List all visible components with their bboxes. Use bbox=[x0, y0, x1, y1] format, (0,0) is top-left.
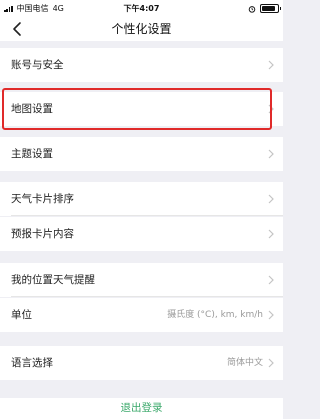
status-right bbox=[248, 0, 281, 17]
row-theme-settings[interactable]: 主题设置 bbox=[0, 137, 283, 171]
row-value: 摄氏度 (°C), km, km/h bbox=[167, 310, 263, 320]
row-divider bbox=[11, 215, 283, 216]
chevron-right-icon bbox=[268, 229, 274, 239]
battery-icon bbox=[260, 4, 281, 13]
status-bar: 中国电信 4G 下午4:07 bbox=[0, 0, 283, 17]
row-forecast-card-content[interactable]: 预报卡片内容 bbox=[0, 217, 283, 251]
row-label: 天气卡片排序 bbox=[11, 193, 74, 205]
row-label: 账号与安全 bbox=[11, 59, 64, 71]
row-label: 单位 bbox=[11, 309, 32, 321]
row-account-security[interactable]: 账号与安全 bbox=[0, 48, 283, 82]
row-divider bbox=[11, 296, 283, 297]
chevron-right-icon bbox=[268, 310, 274, 320]
row-language[interactable]: 语言选择 简体中文 bbox=[0, 346, 283, 380]
chevron-right-icon bbox=[268, 149, 274, 159]
row-units[interactable]: 单位 摄氏度 (°C), km, km/h bbox=[0, 298, 283, 332]
chevron-right-icon bbox=[268, 275, 274, 285]
row-value: 简体中文 bbox=[226, 358, 263, 368]
alarm-icon bbox=[248, 5, 256, 13]
highlight-box bbox=[2, 88, 272, 130]
chevron-right-icon bbox=[268, 358, 274, 368]
nav-bar: 个性化设置 bbox=[0, 17, 283, 41]
chevron-right-icon bbox=[268, 60, 274, 70]
row-label: 预报卡片内容 bbox=[11, 228, 74, 240]
page-title: 个性化设置 bbox=[111, 22, 172, 36]
row-location-weather-alert[interactable]: 我的位置天气提醒 bbox=[0, 263, 283, 297]
row-label: 主题设置 bbox=[11, 148, 53, 160]
row-label: 我的位置天气提醒 bbox=[11, 274, 95, 286]
status-time: 下午4:07 bbox=[123, 4, 160, 13]
logout-button[interactable]: 退出登录 bbox=[0, 398, 283, 419]
row-label: 语言选择 bbox=[11, 357, 53, 369]
row-weather-card-order[interactable]: 天气卡片排序 bbox=[0, 182, 283, 216]
chevron-right-icon bbox=[268, 194, 274, 204]
